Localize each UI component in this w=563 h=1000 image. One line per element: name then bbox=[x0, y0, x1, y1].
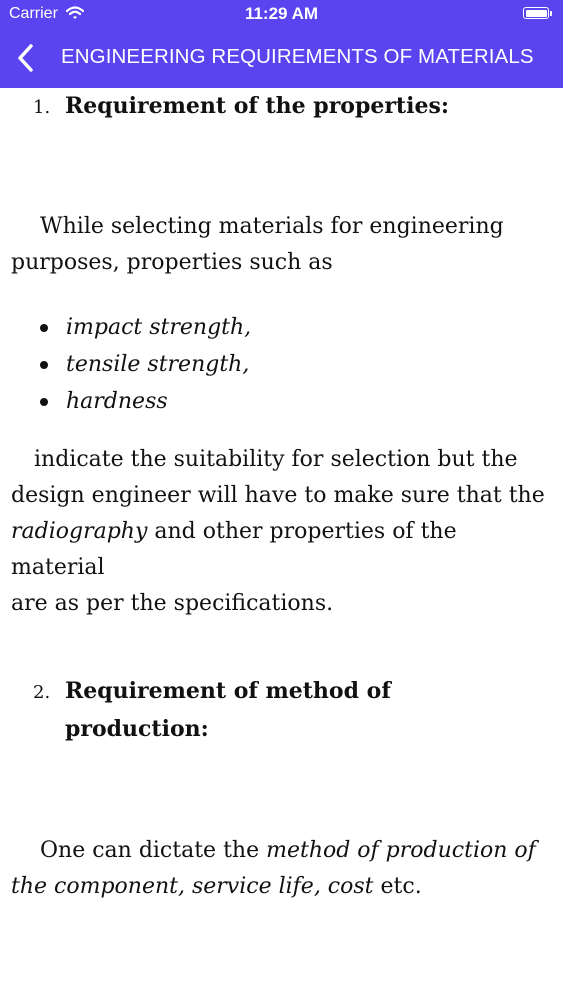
section-heading: 1. Requirement of the properties: bbox=[33, 88, 449, 126]
paragraph: One can dictate the method of production… bbox=[11, 833, 556, 905]
emphasis: the component, service life, cost bbox=[11, 874, 374, 899]
paragraph-line: While selecting materials for engineerin… bbox=[40, 214, 504, 239]
property-list: impact strength, tensile strength, hardn… bbox=[36, 309, 251, 420]
page-title: ENGINEERING REQUIREMENTS OF MATERIALS bbox=[61, 45, 534, 68]
status-bar: Carrier 11:29 AM bbox=[0, 0, 563, 28]
battery-icon bbox=[523, 7, 552, 19]
bullet-icon bbox=[40, 324, 48, 332]
list-item: hardness bbox=[36, 383, 251, 420]
list-item-text: impact strength, bbox=[66, 315, 252, 340]
app-header: Carrier 11:29 AM ENGINEERING REQUIREMENT… bbox=[0, 0, 563, 88]
section-title: production: bbox=[65, 716, 209, 742]
section-heading: 2. Requirement of method of production: bbox=[33, 673, 391, 747]
back-button[interactable] bbox=[8, 38, 44, 78]
section-title: Requirement of the properties: bbox=[65, 93, 449, 119]
list-item: impact strength, bbox=[36, 309, 251, 346]
bullet-icon bbox=[40, 361, 48, 369]
bullet-icon bbox=[40, 398, 48, 406]
paragraph: indicate the suitability for selection b… bbox=[11, 442, 556, 622]
section-number: 2. bbox=[33, 682, 51, 703]
paragraph: While selecting materials for engineerin… bbox=[11, 209, 556, 281]
article-content: 1. Requirement of the properties: While s… bbox=[0, 88, 563, 1000]
list-item-text: tensile strength, bbox=[66, 352, 250, 377]
list-item-text: hardness bbox=[66, 389, 168, 414]
paragraph-line: etc. bbox=[373, 874, 422, 899]
section-title: Requirement of method of bbox=[65, 678, 391, 704]
list-item: tensile strength, bbox=[36, 346, 251, 383]
paragraph-line: One can dictate the bbox=[40, 838, 267, 863]
paragraph-line: indicate the suitability for selection b… bbox=[34, 447, 518, 472]
nav-bar: ENGINEERING REQUIREMENTS OF MATERIALS bbox=[0, 28, 563, 88]
clock: 11:29 AM bbox=[244, 4, 319, 23]
emphasis: radiography bbox=[11, 519, 148, 544]
section-number: 1. bbox=[33, 97, 51, 118]
paragraph-line: are as per the specifications. bbox=[11, 591, 334, 616]
emphasis: method of production of bbox=[266, 838, 536, 863]
paragraph-line: design engineer will have to make sure t… bbox=[11, 483, 545, 508]
chevron-left-icon bbox=[18, 44, 33, 72]
paragraph-line: purposes, properties such as bbox=[11, 250, 333, 275]
